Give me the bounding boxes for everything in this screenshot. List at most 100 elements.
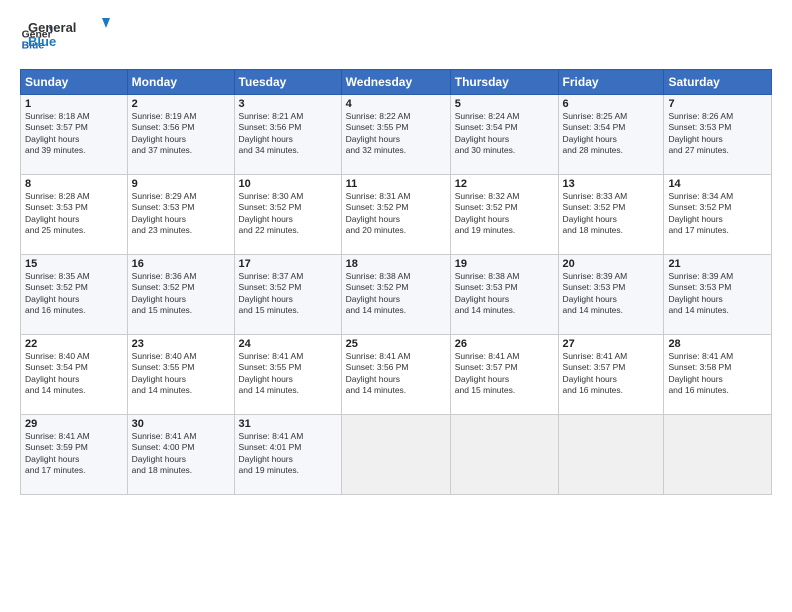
calendar-cell: 31 Sunrise: 8:41 AMSunset: 4:01 PMDaylig… [234, 415, 341, 495]
day-info: Sunrise: 8:22 AMSunset: 3:55 PMDaylight … [346, 111, 411, 155]
day-number: 14 [668, 178, 767, 190]
day-number: 1 [25, 98, 123, 110]
calendar-cell: 8 Sunrise: 8:28 AMSunset: 3:53 PMDayligh… [21, 175, 128, 255]
calendar-cell: 4 Sunrise: 8:22 AMSunset: 3:55 PMDayligh… [341, 95, 450, 175]
day-number: 24 [239, 338, 337, 350]
day-info: Sunrise: 8:26 AMSunset: 3:53 PMDaylight … [668, 111, 733, 155]
calendar-cell: 11 Sunrise: 8:31 AMSunset: 3:52 PMDaylig… [341, 175, 450, 255]
day-info: Sunrise: 8:31 AMSunset: 3:52 PMDaylight … [346, 191, 411, 235]
weekday-header: Saturday [664, 70, 772, 95]
day-info: Sunrise: 8:29 AMSunset: 3:53 PMDaylight … [132, 191, 197, 235]
day-number: 16 [132, 258, 230, 270]
day-number: 28 [668, 338, 767, 350]
day-number: 15 [25, 258, 123, 270]
weekday-header: Tuesday [234, 70, 341, 95]
calendar-cell: 26 Sunrise: 8:41 AMSunset: 3:57 PMDaylig… [450, 335, 558, 415]
day-number: 2 [132, 98, 230, 110]
day-number: 6 [563, 98, 660, 110]
weekday-header: Friday [558, 70, 664, 95]
day-number: 22 [25, 338, 123, 350]
day-info: Sunrise: 8:30 AMSunset: 3:52 PMDaylight … [239, 191, 304, 235]
day-info: Sunrise: 8:37 AMSunset: 3:52 PMDaylight … [239, 271, 304, 315]
calendar-cell: 14 Sunrise: 8:34 AMSunset: 3:52 PMDaylig… [664, 175, 772, 255]
calendar-cell: 2 Sunrise: 8:19 AMSunset: 3:56 PMDayligh… [127, 95, 234, 175]
day-number: 4 [346, 98, 446, 110]
weekday-header: Monday [127, 70, 234, 95]
calendar-cell [450, 415, 558, 495]
day-number: 29 [25, 418, 123, 430]
day-number: 10 [239, 178, 337, 190]
day-info: Sunrise: 8:38 AMSunset: 3:52 PMDaylight … [346, 271, 411, 315]
calendar-cell: 6 Sunrise: 8:25 AMSunset: 3:54 PMDayligh… [558, 95, 664, 175]
calendar-cell: 1 Sunrise: 8:18 AMSunset: 3:57 PMDayligh… [21, 95, 128, 175]
day-info: Sunrise: 8:34 AMSunset: 3:52 PMDaylight … [668, 191, 733, 235]
day-info: Sunrise: 8:41 AMSunset: 3:58 PMDaylight … [668, 351, 733, 395]
calendar-cell [341, 415, 450, 495]
day-number: 13 [563, 178, 660, 190]
svg-text:General: General [28, 20, 76, 35]
day-info: Sunrise: 8:18 AMSunset: 3:57 PMDaylight … [25, 111, 90, 155]
calendar-cell: 18 Sunrise: 8:38 AMSunset: 3:52 PMDaylig… [341, 255, 450, 335]
header: General Blue General Blue [20, 16, 772, 61]
calendar-cell: 23 Sunrise: 8:40 AMSunset: 3:55 PMDaylig… [127, 335, 234, 415]
svg-text:Blue: Blue [28, 34, 56, 49]
day-number: 8 [25, 178, 123, 190]
day-info: Sunrise: 8:38 AMSunset: 3:53 PMDaylight … [455, 271, 520, 315]
calendar-body: 1 Sunrise: 8:18 AMSunset: 3:57 PMDayligh… [21, 95, 772, 495]
day-info: Sunrise: 8:41 AMSunset: 3:57 PMDaylight … [563, 351, 628, 395]
calendar-week-row: 15 Sunrise: 8:35 AMSunset: 3:52 PMDaylig… [21, 255, 772, 335]
day-info: Sunrise: 8:32 AMSunset: 3:52 PMDaylight … [455, 191, 520, 235]
day-number: 21 [668, 258, 767, 270]
day-info: Sunrise: 8:41 AMSunset: 3:55 PMDaylight … [239, 351, 304, 395]
calendar-cell: 20 Sunrise: 8:39 AMSunset: 3:53 PMDaylig… [558, 255, 664, 335]
day-number: 17 [239, 258, 337, 270]
day-number: 23 [132, 338, 230, 350]
day-info: Sunrise: 8:19 AMSunset: 3:56 PMDaylight … [132, 111, 197, 155]
day-number: 18 [346, 258, 446, 270]
day-info: Sunrise: 8:35 AMSunset: 3:52 PMDaylight … [25, 271, 90, 315]
day-info: Sunrise: 8:33 AMSunset: 3:52 PMDaylight … [563, 191, 628, 235]
day-number: 12 [455, 178, 554, 190]
day-number: 31 [239, 418, 337, 430]
day-info: Sunrise: 8:40 AMSunset: 3:55 PMDaylight … [132, 351, 197, 395]
day-info: Sunrise: 8:25 AMSunset: 3:54 PMDaylight … [563, 111, 628, 155]
day-info: Sunrise: 8:41 AMSunset: 3:59 PMDaylight … [25, 431, 90, 475]
day-info: Sunrise: 8:36 AMSunset: 3:52 PMDaylight … [132, 271, 197, 315]
logo: General Blue General Blue [20, 16, 118, 61]
day-number: 11 [346, 178, 446, 190]
calendar-week-row: 29 Sunrise: 8:41 AMSunset: 3:59 PMDaylig… [21, 415, 772, 495]
calendar-week-row: 22 Sunrise: 8:40 AMSunset: 3:54 PMDaylig… [21, 335, 772, 415]
day-number: 9 [132, 178, 230, 190]
day-info: Sunrise: 8:39 AMSunset: 3:53 PMDaylight … [668, 271, 733, 315]
day-number: 5 [455, 98, 554, 110]
calendar-week-row: 8 Sunrise: 8:28 AMSunset: 3:53 PMDayligh… [21, 175, 772, 255]
calendar-table: SundayMondayTuesdayWednesdayThursdayFrid… [20, 69, 772, 495]
calendar-cell: 27 Sunrise: 8:41 AMSunset: 3:57 PMDaylig… [558, 335, 664, 415]
logo-svg: General Blue [28, 16, 118, 56]
day-number: 26 [455, 338, 554, 350]
calendar-header-row: SundayMondayTuesdayWednesdayThursdayFrid… [21, 70, 772, 95]
calendar-cell: 5 Sunrise: 8:24 AMSunset: 3:54 PMDayligh… [450, 95, 558, 175]
weekday-header: Sunday [21, 70, 128, 95]
calendar-cell: 17 Sunrise: 8:37 AMSunset: 3:52 PMDaylig… [234, 255, 341, 335]
calendar-cell: 25 Sunrise: 8:41 AMSunset: 3:56 PMDaylig… [341, 335, 450, 415]
calendar-cell: 29 Sunrise: 8:41 AMSunset: 3:59 PMDaylig… [21, 415, 128, 495]
day-info: Sunrise: 8:41 AMSunset: 4:01 PMDaylight … [239, 431, 304, 475]
calendar-cell: 7 Sunrise: 8:26 AMSunset: 3:53 PMDayligh… [664, 95, 772, 175]
calendar-cell: 10 Sunrise: 8:30 AMSunset: 3:52 PMDaylig… [234, 175, 341, 255]
day-info: Sunrise: 8:41 AMSunset: 4:00 PMDaylight … [132, 431, 197, 475]
calendar-cell [558, 415, 664, 495]
day-number: 27 [563, 338, 660, 350]
day-info: Sunrise: 8:41 AMSunset: 3:56 PMDaylight … [346, 351, 411, 395]
calendar-cell: 28 Sunrise: 8:41 AMSunset: 3:58 PMDaylig… [664, 335, 772, 415]
day-number: 7 [668, 98, 767, 110]
day-info: Sunrise: 8:41 AMSunset: 3:57 PMDaylight … [455, 351, 520, 395]
calendar-cell: 24 Sunrise: 8:41 AMSunset: 3:55 PMDaylig… [234, 335, 341, 415]
day-info: Sunrise: 8:24 AMSunset: 3:54 PMDaylight … [455, 111, 520, 155]
calendar-cell: 16 Sunrise: 8:36 AMSunset: 3:52 PMDaylig… [127, 255, 234, 335]
calendar-week-row: 1 Sunrise: 8:18 AMSunset: 3:57 PMDayligh… [21, 95, 772, 175]
day-info: Sunrise: 8:21 AMSunset: 3:56 PMDaylight … [239, 111, 304, 155]
calendar-cell: 30 Sunrise: 8:41 AMSunset: 4:00 PMDaylig… [127, 415, 234, 495]
day-info: Sunrise: 8:40 AMSunset: 3:54 PMDaylight … [25, 351, 90, 395]
calendar-cell: 15 Sunrise: 8:35 AMSunset: 3:52 PMDaylig… [21, 255, 128, 335]
